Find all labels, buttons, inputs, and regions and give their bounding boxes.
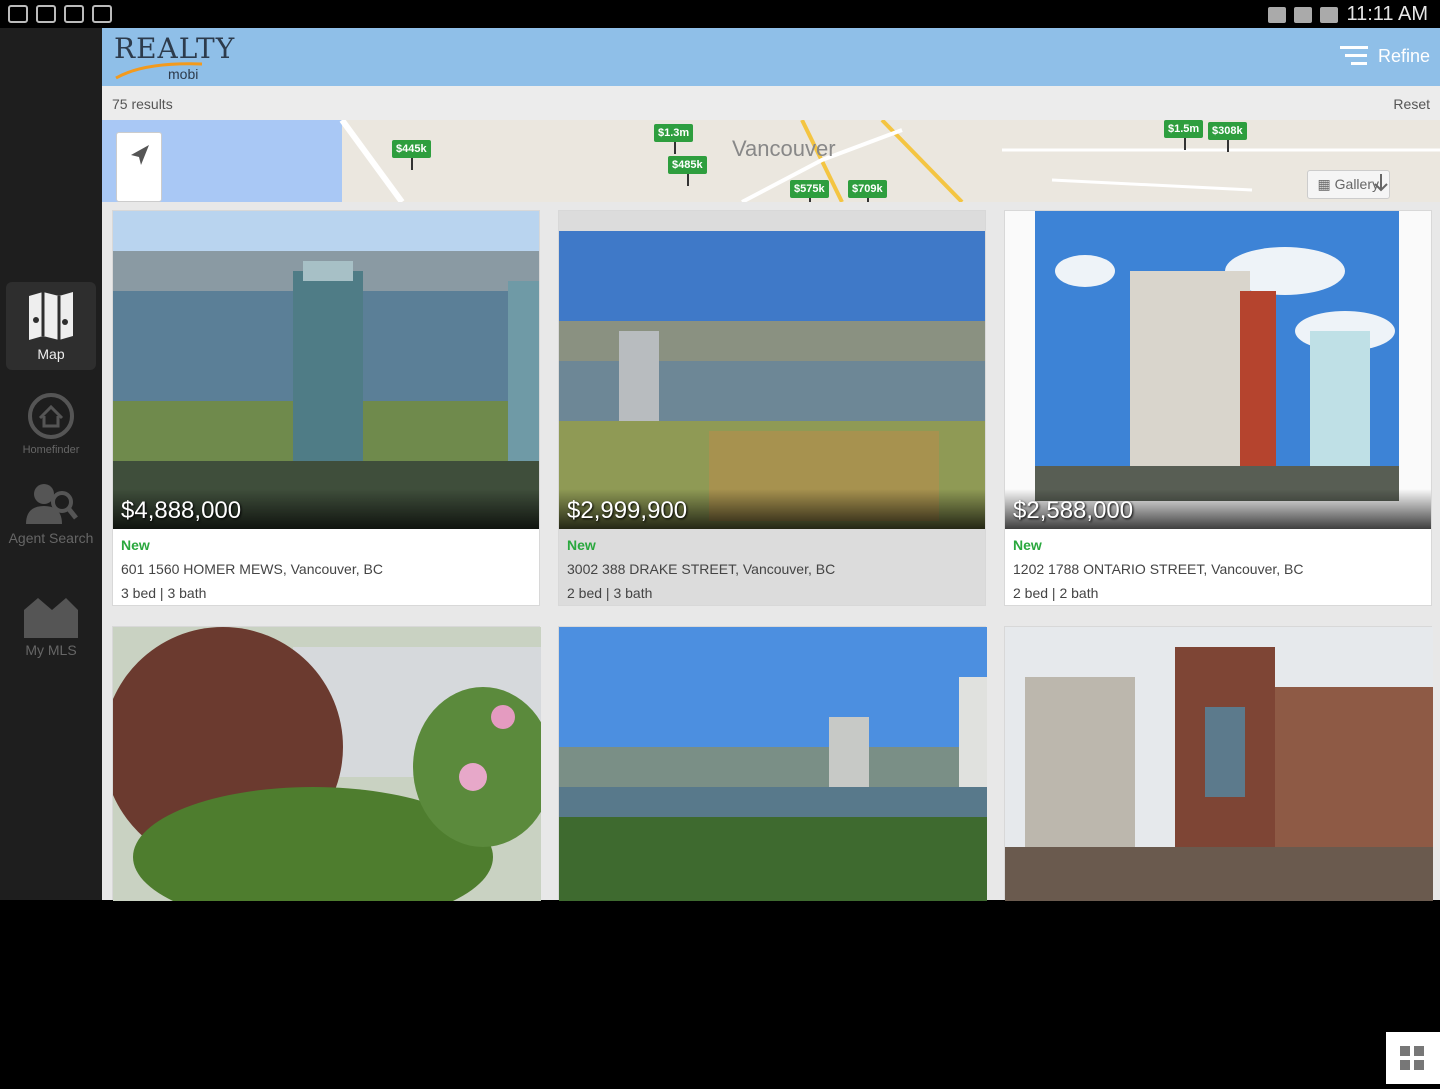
- notification-icon: [8, 5, 28, 23]
- new-badge: New: [121, 537, 150, 553]
- listing-card[interactable]: [1004, 626, 1433, 901]
- listing-image: [1005, 627, 1433, 901]
- sidebar-item-agent-search[interactable]: Agent Search: [6, 472, 96, 568]
- sidebar-item-map[interactable]: Map: [6, 282, 96, 370]
- app-bar: REALTY mobi Refine: [102, 28, 1440, 86]
- app-logo[interactable]: REALTY mobi: [114, 32, 235, 82]
- sidebar-item-my-mls[interactable]: My MLS: [6, 586, 96, 668]
- listing-card[interactable]: $2,588,000 New 1202 1788 ONTARIO STREET,…: [1004, 210, 1432, 606]
- listing-info: New 3002 388 DRAKE STREET, Vancouver, BC…: [559, 529, 985, 605]
- sidebar-item-label: Homefinder: [22, 444, 80, 456]
- battery-icon: [1320, 6, 1339, 23]
- listing-card[interactable]: $4,888,000 New 601 1560 HOMER MEWS, Vanc…: [112, 210, 540, 606]
- listing-image: [103, 627, 553, 927]
- listing-info: New 601 1560 HOMER MEWS, Vancouver, BC 3…: [113, 529, 539, 605]
- filter-icon: [1339, 46, 1368, 65]
- listing-image: [559, 211, 985, 529]
- notification-icons: [8, 5, 112, 23]
- signal-icon: [1294, 6, 1313, 23]
- listing-photo: $4,888,000: [113, 211, 539, 529]
- reset-button[interactable]: Reset: [1393, 96, 1430, 112]
- results-count: 75 results: [112, 96, 173, 112]
- listing-beds-baths: 2 bed | 3 bath: [567, 585, 653, 601]
- map-price-pin[interactable]: $709k: [848, 180, 887, 202]
- sidebar-item-label: Map: [37, 346, 65, 362]
- map-city-label: Vancouver: [732, 136, 836, 161]
- map-price-pin[interactable]: $1.5m: [1164, 120, 1204, 150]
- sidebar-item-label: My MLS: [25, 642, 77, 658]
- clock: 11:11 AM: [1346, 3, 1428, 25]
- map-price-pin[interactable]: $1.3m: [654, 124, 694, 154]
- listing-beds-baths: 2 bed | 2 bath: [1013, 585, 1099, 601]
- grid-view-button[interactable]: [1386, 1032, 1440, 1084]
- locate-icon[interactable]: [117, 133, 163, 179]
- listing-photo: $2,999,900: [559, 211, 985, 529]
- listing-info: New 1202 1788 ONTARIO STREET, Vancouver,…: [1005, 529, 1431, 605]
- listing-address: 3002 388 DRAKE STREET, Vancouver, BC: [567, 561, 836, 577]
- map-price-pin[interactable]: $308k: [1208, 122, 1247, 152]
- agent-search-icon: [26, 484, 78, 524]
- listing-address: 1202 1788 ONTARIO STREET, Vancouver, BC: [1013, 561, 1304, 577]
- new-badge: New: [1013, 537, 1042, 553]
- listing-price: $4,888,000: [121, 497, 242, 524]
- listing-image: [559, 627, 987, 901]
- results-bar: 75 results Reset: [102, 86, 1440, 120]
- refine-label: Refine: [1377, 45, 1430, 66]
- sidebar-item-label: Agent Search: [8, 530, 94, 546]
- listing-image: [113, 211, 539, 529]
- map-icon: [29, 292, 73, 340]
- listing-card[interactable]: [558, 626, 987, 901]
- map-controls: [116, 132, 162, 202]
- sidebar-item-homefinder[interactable]: Homefinder: [6, 384, 96, 456]
- listing-card[interactable]: [103, 626, 553, 927]
- notification-icon: [64, 5, 84, 23]
- grid-icon: ▦: [1317, 176, 1335, 192]
- map-price-pin[interactable]: $485k: [668, 156, 707, 186]
- wifi-icon: [1268, 6, 1287, 23]
- logo-sub: mobi: [168, 66, 199, 82]
- notification-icon: [92, 5, 112, 23]
- listing-address: 601 1560 HOMER MEWS, Vancouver, BC: [121, 561, 383, 577]
- refine-button[interactable]: Refine: [1339, 44, 1430, 68]
- collapse-arrow-icon[interactable]: [1372, 172, 1390, 194]
- listing-card[interactable]: $2,999,900 New 3002 388 DRAKE STREET, Va…: [558, 210, 986, 606]
- listing-grid: $4,888,000 New 601 1560 HOMER MEWS, Vanc…: [102, 202, 1440, 1084]
- map-price-pin[interactable]: $575k: [790, 180, 829, 202]
- listing-photo: $2,588,000: [1005, 211, 1431, 529]
- system-status: 11:11 AM: [1268, 3, 1428, 26]
- status-bar: 11:11 AM: [0, 0, 1440, 28]
- home-icon: [28, 393, 74, 439]
- my-mls-icon: [24, 598, 78, 638]
- map-view[interactable]: Vancouver $445k $1.3m $485k $575k $709k …: [102, 120, 1440, 202]
- grid-icon: [1400, 1046, 1424, 1070]
- notification-icon: [36, 5, 56, 23]
- listing-image: [1005, 211, 1431, 529]
- listing-beds-baths: 3 bed | 3 bath: [121, 585, 207, 601]
- sidebar: Map Homefinder Agent Search My MLS: [0, 28, 102, 900]
- listing-price: $2,999,900: [567, 497, 688, 524]
- map-price-pin[interactable]: $445k: [392, 140, 431, 170]
- listing-price: $2,588,000: [1013, 497, 1134, 524]
- new-badge: New: [567, 537, 596, 553]
